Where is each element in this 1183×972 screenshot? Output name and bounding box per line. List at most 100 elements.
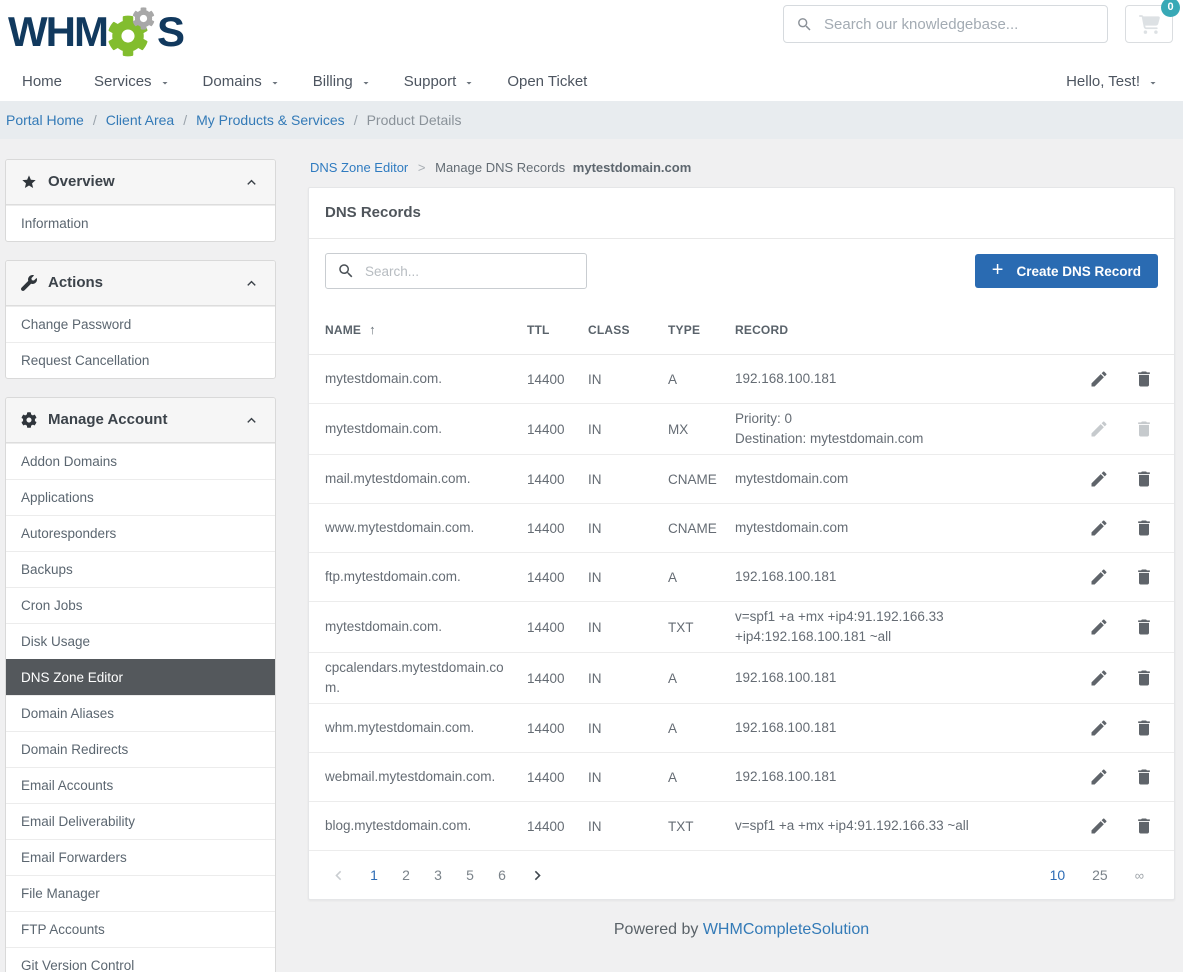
column-header-label: NAME xyxy=(325,323,361,337)
nav-item-domains[interactable]: Domains xyxy=(187,62,297,101)
delete-record-button[interactable] xyxy=(1134,617,1154,637)
sidebar-item-cron-jobs[interactable]: Cron Jobs xyxy=(6,587,275,623)
column-header-ttl[interactable]: TTL xyxy=(527,323,588,337)
cell-class: IN xyxy=(588,819,668,834)
records-search xyxy=(325,253,587,289)
sidebar-item-email-deliverability[interactable]: Email Deliverability xyxy=(6,803,275,839)
table-header-row: NAME↑TTL CLASS TYPERECORD xyxy=(309,305,1174,355)
cell-type: CNAME xyxy=(668,521,735,536)
cell-name: blog.mytestdomain.com. xyxy=(325,816,527,836)
delete-record-button[interactable] xyxy=(1134,567,1154,587)
nav-item-open-ticket[interactable]: Open Ticket xyxy=(491,62,603,101)
record-line: Priority: 0 xyxy=(735,409,1052,429)
create-dns-record-button[interactable]: + Create DNS Record xyxy=(975,254,1158,288)
edit-record-button[interactable] xyxy=(1089,816,1109,836)
column-header-class[interactable]: CLASS xyxy=(588,323,668,337)
nav-item-billing[interactable]: Billing xyxy=(297,62,388,101)
cell-ttl: 14400 xyxy=(527,770,588,785)
page-size-25[interactable]: 25 xyxy=(1092,867,1108,883)
column-header-label: TTL xyxy=(527,323,550,337)
pencil-icon xyxy=(1089,816,1109,836)
gear-icon xyxy=(21,412,37,428)
chevron-right-icon xyxy=(528,866,547,885)
footer-link[interactable]: WHMCompleteSolution xyxy=(703,921,869,938)
trash-icon xyxy=(1134,816,1154,836)
sidebar-item-applications[interactable]: Applications xyxy=(6,479,275,515)
edit-record-button[interactable] xyxy=(1089,617,1109,637)
whmcs-logo[interactable]: WHM S xyxy=(8,7,183,57)
sidebar-item-git-version-control[interactable]: Git Version Control xyxy=(6,947,275,972)
page-number-5[interactable]: 5 xyxy=(454,867,486,883)
sidebar-item-autoresponders[interactable]: Autoresponders xyxy=(6,515,275,551)
records-search-input[interactable] xyxy=(365,264,575,279)
column-header-record[interactable]: RECORD xyxy=(735,323,1066,337)
edit-record-button[interactable] xyxy=(1089,518,1109,538)
sidebar-item-dns-zone-editor[interactable]: DNS Zone Editor xyxy=(6,659,275,695)
sidebar-item-request-cancellation[interactable]: Request Cancellation xyxy=(6,342,275,378)
sidebar-item-ftp-accounts[interactable]: FTP Accounts xyxy=(6,911,275,947)
breadcrumb-item[interactable]: Portal Home xyxy=(6,112,84,128)
breadcrumb-item[interactable]: Client Area xyxy=(106,112,174,128)
cell-record: v=spf1 +a +mx +ip4:91.192.166.33 ~all xyxy=(735,816,1066,836)
delete-record-button[interactable] xyxy=(1134,469,1154,489)
cell-actions xyxy=(1066,767,1158,787)
nav-item-services[interactable]: Services xyxy=(78,62,187,101)
nav-item-home[interactable]: Home xyxy=(6,62,78,101)
delete-record-button[interactable] xyxy=(1134,767,1154,787)
column-header-name[interactable]: NAME↑ xyxy=(325,322,527,337)
knowledgebase-search-input[interactable] xyxy=(824,16,1095,33)
page-number-1[interactable]: 1 xyxy=(358,867,390,883)
trash-icon xyxy=(1134,369,1154,389)
delete-record-button[interactable] xyxy=(1134,668,1154,688)
dns-record-row: mytestdomain.com.14400INTXTv=spf1 +a +mx… xyxy=(309,602,1174,653)
module-breadcrumb-link[interactable]: DNS Zone Editor xyxy=(310,160,408,175)
breadcrumb-separator: / xyxy=(183,112,187,128)
page-size-10[interactable]: 10 xyxy=(1050,867,1066,883)
sidebar-item-disk-usage[interactable]: Disk Usage xyxy=(6,623,275,659)
sidebar-item-file-manager[interactable]: File Manager xyxy=(6,875,275,911)
page-number-3[interactable]: 3 xyxy=(422,867,454,883)
nav-item-label: Domains xyxy=(203,73,262,90)
sidebar-item-email-forwarders[interactable]: Email Forwarders xyxy=(6,839,275,875)
column-header-type[interactable]: TYPE xyxy=(668,323,735,337)
sidebar-panel-header[interactable]: Actions xyxy=(6,261,275,306)
edit-record-button[interactable] xyxy=(1089,567,1109,587)
sidebar-item-domain-aliases[interactable]: Domain Aliases xyxy=(6,695,275,731)
search-icon xyxy=(337,262,355,280)
page-number-2[interactable]: 2 xyxy=(390,867,422,883)
sidebar-item-backups[interactable]: Backups xyxy=(6,551,275,587)
sidebar-panel-header[interactable]: Overview xyxy=(6,160,275,205)
sidebar-item-addon-domains[interactable]: Addon Domains xyxy=(6,443,275,479)
delete-record-button[interactable] xyxy=(1134,369,1154,389)
cell-ttl: 14400 xyxy=(527,422,588,437)
footer: Powered by WHMCompleteSolution xyxy=(308,900,1175,939)
account-menu[interactable]: Hello, Test! xyxy=(1066,73,1159,90)
cart-button[interactable]: 0 xyxy=(1125,5,1173,43)
breadcrumb-item[interactable]: My Products & Services xyxy=(196,112,345,128)
next-page-button[interactable] xyxy=(528,866,547,885)
delete-record-button[interactable] xyxy=(1134,718,1154,738)
edit-record-button[interactable] xyxy=(1089,668,1109,688)
sidebar-item-information[interactable]: Information xyxy=(6,205,275,241)
edit-record-button[interactable] xyxy=(1089,718,1109,738)
nav-item-support[interactable]: Support xyxy=(388,62,492,101)
cell-record: 192.168.100.181 xyxy=(735,718,1066,738)
sidebar-item-change-password[interactable]: Change Password xyxy=(6,306,275,342)
cell-record: mytestdomain.com xyxy=(735,469,1066,489)
dns-record-row: cpcalendars.mytestdomain.com.14400INA192… xyxy=(309,653,1174,704)
trash-icon xyxy=(1134,767,1154,787)
page-number-6[interactable]: 6 xyxy=(486,867,518,883)
sidebar-item-email-accounts[interactable]: Email Accounts xyxy=(6,767,275,803)
column-header-label: CLASS xyxy=(588,323,630,337)
sidebar-item-domain-redirects[interactable]: Domain Redirects xyxy=(6,731,275,767)
edit-record-button[interactable] xyxy=(1089,469,1109,489)
edit-record-button[interactable] xyxy=(1089,369,1109,389)
sidebar-panel-header[interactable]: Manage Account xyxy=(6,398,275,443)
delete-record-button[interactable] xyxy=(1134,518,1154,538)
edit-record-button[interactable] xyxy=(1089,767,1109,787)
dns-record-row: mytestdomain.com.14400INA192.168.100.181 xyxy=(309,355,1174,404)
cell-actions xyxy=(1066,617,1158,637)
sidebar-panel-title: Overview xyxy=(48,172,115,192)
delete-record-button[interactable] xyxy=(1134,816,1154,836)
page-size-all[interactable]: ∞ xyxy=(1135,868,1144,883)
